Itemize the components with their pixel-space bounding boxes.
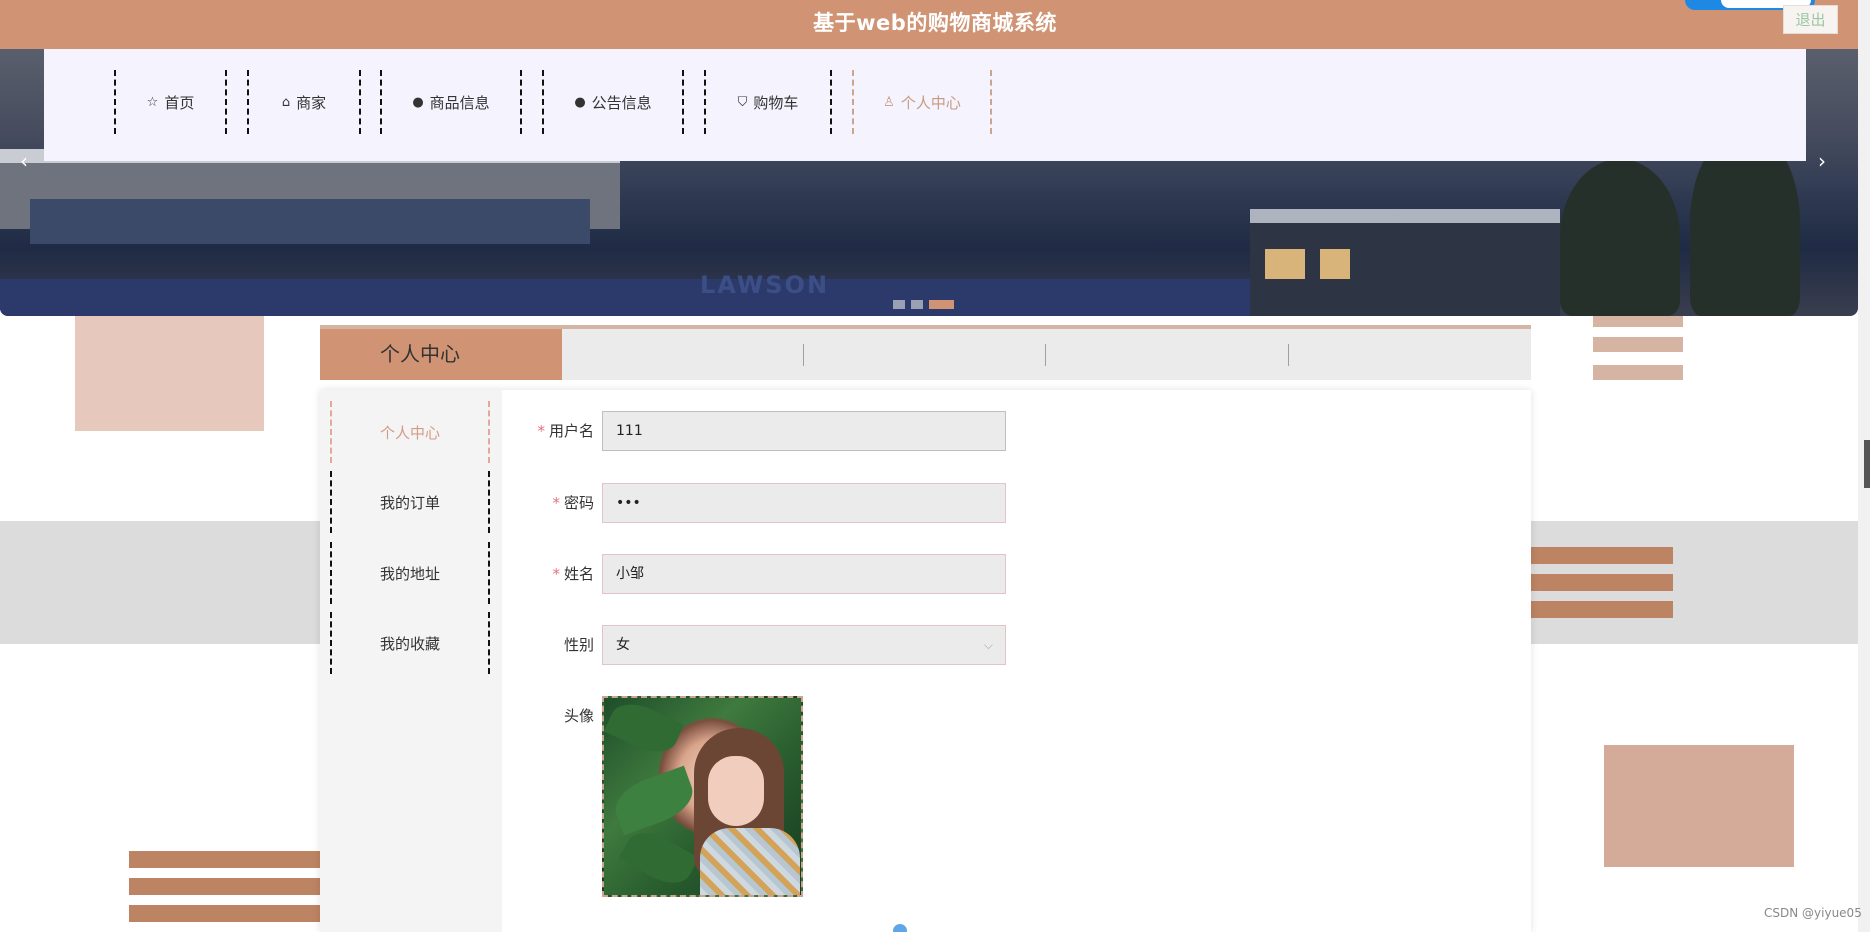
decor-stripe <box>1531 547 1673 564</box>
profile-sidebar: 个人中心 我的订单 我的地址 我的收藏 <box>320 390 502 932</box>
name-label: * 姓名 <box>552 565 594 583</box>
decor-stripe <box>1531 601 1673 618</box>
nav-label: 商家 <box>296 93 327 112</box>
nav-label: 个人中心 <box>900 93 961 112</box>
chevron-left-icon[interactable]: ‹ <box>20 149 28 173</box>
question-circle-icon: ● <box>574 94 586 110</box>
decor-stripe <box>1593 365 1683 380</box>
chevron-down-icon: ⌵ <box>983 638 993 652</box>
password-label: * 密码 <box>552 494 594 512</box>
leaf-shape <box>618 823 700 893</box>
avatar-label: 头像 <box>563 707 594 725</box>
banner-sign: LAWSON <box>700 271 830 299</box>
decor-stripe <box>1531 574 1673 591</box>
gender-label: 性别 <box>563 636 594 654</box>
nav-item-merchants[interactable]: ⌂ 商家 <box>247 70 361 134</box>
sidebar-item-profile[interactable]: 个人中心 <box>330 401 490 463</box>
form-row-password: * 密码 <box>500 483 594 523</box>
form-row-avatar: 头像 <box>500 696 594 736</box>
decor-stripe <box>129 878 320 895</box>
main-nav: ☆ 首页 ⌂ 商家 ● 商品信息 ● 公告信息 ⛉ 购物车 ♙ 个人中心 <box>44 49 1806 161</box>
decor-block-left <box>75 316 264 431</box>
nav-item-cart[interactable]: ⛉ 购物车 <box>704 70 832 134</box>
sidebar-item-favorites[interactable]: 我的收藏 <box>330 612 490 674</box>
section-title: 个人中心 <box>320 329 562 380</box>
divider <box>1045 344 1046 366</box>
nav-label: 公告信息 <box>591 93 652 112</box>
banner-storefront <box>0 279 1250 316</box>
site-title: 基于web的购物商城系统 <box>813 11 1057 35</box>
nav-label: 商品信息 <box>429 93 490 112</box>
decor-stripe <box>129 851 320 868</box>
sidebar-item-addresses[interactable]: 我的地址 <box>330 542 490 604</box>
divider <box>1288 344 1289 366</box>
avatar-face <box>708 756 764 826</box>
form-row-name: * 姓名 <box>500 554 594 594</box>
star-icon: ☆ <box>146 94 159 110</box>
sidebar-item-orders[interactable]: 我的订单 <box>330 471 490 533</box>
divider <box>803 344 804 366</box>
nav-item-home[interactable]: ☆ 首页 <box>114 70 227 134</box>
username-field[interactable]: 111 <box>602 411 1006 451</box>
scrollbar-thumb[interactable] <box>1864 440 1870 488</box>
logout-button[interactable]: 退出 <box>1783 5 1838 34</box>
chevron-right-icon[interactable]: › <box>1818 149 1826 173</box>
gender-value: 女 <box>616 637 630 653</box>
password-field[interactable]: ••• <box>602 483 1006 523</box>
cart-icon: ⛉ <box>737 94 748 110</box>
carousel-dot[interactable] <box>911 300 923 309</box>
decor-block-right <box>1604 745 1794 867</box>
banner-roof <box>1250 209 1560 223</box>
form-row-username: * 用户名 <box>500 411 594 451</box>
section-header: 个人中心 <box>320 325 1531 380</box>
gender-select[interactable]: 女 ⌵ <box>602 625 1006 665</box>
nav-label: 首页 <box>164 93 195 112</box>
avatar-body <box>700 828 800 895</box>
nav-label: 购物车 <box>753 93 799 112</box>
carousel-indicators <box>893 300 954 309</box>
banner-building <box>30 199 590 244</box>
watermark-credit: CSDN @yiyue05 <box>1764 906 1862 920</box>
username-label: * 用户名 <box>537 422 594 440</box>
decor-stripe <box>129 905 320 922</box>
scroll-indicator <box>893 924 907 932</box>
avatar-upload[interactable] <box>602 696 803 897</box>
bag-icon: ⌂ <box>281 94 291 110</box>
page: LAWSON ‹ › 基于web的购物商城系统 退出 ☆ 首页 ⌂ 商家 ● 商… <box>0 0 1870 932</box>
banner-window-lit <box>1320 249 1350 279</box>
user-icon: ♙ <box>883 94 895 110</box>
leaf-shape <box>604 698 685 761</box>
decor-stripe <box>1593 337 1683 352</box>
banner-tree <box>1560 159 1680 316</box>
form-row-gender: 性别 <box>500 625 594 665</box>
nav-item-products[interactable]: ● 商品信息 <box>380 70 522 134</box>
header-bar: 基于web的购物商城系统 退出 <box>0 0 1870 49</box>
carousel-dot[interactable] <box>893 300 905 309</box>
carousel-dot-active[interactable] <box>929 300 954 309</box>
exclamation-circle-icon: ● <box>412 94 424 110</box>
nav-item-profile[interactable]: ♙ 个人中心 <box>852 70 992 134</box>
name-field[interactable]: 小邹 <box>602 554 1006 594</box>
nav-item-announcements[interactable]: ● 公告信息 <box>542 70 684 134</box>
banner-window-lit <box>1265 249 1305 279</box>
leaf-shape <box>608 765 700 836</box>
